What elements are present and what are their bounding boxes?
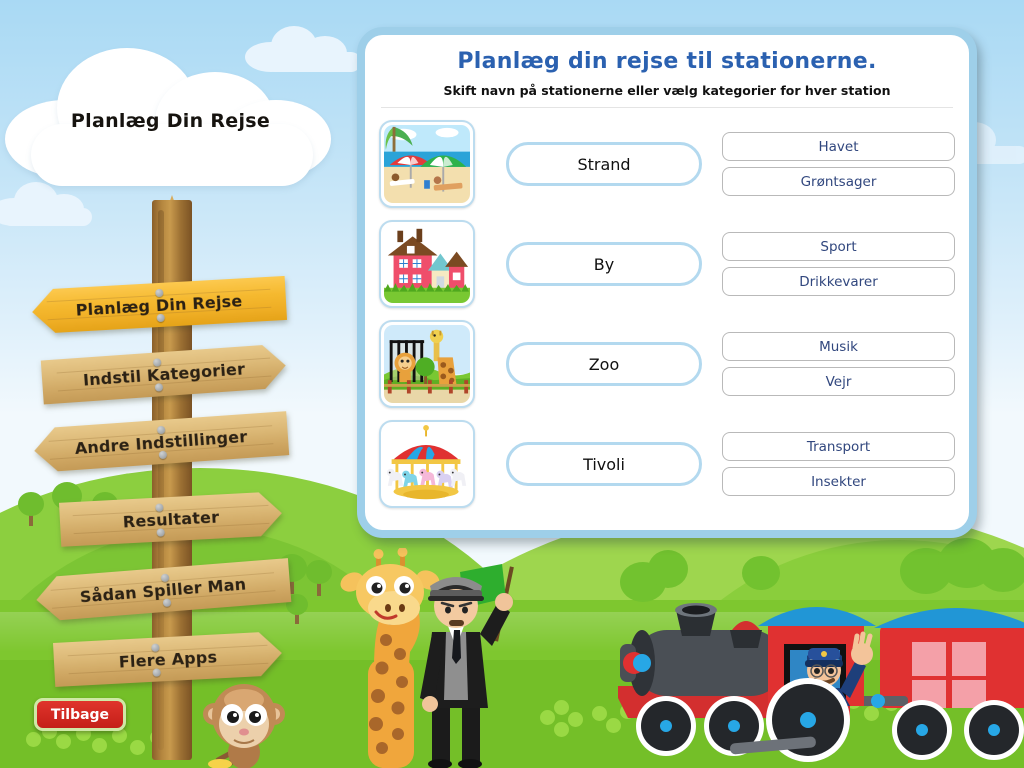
category-group: Sport Drikkevarer	[722, 232, 955, 296]
carousel-thumbnail[interactable]	[379, 420, 475, 508]
category-button[interactable]: Sport	[722, 232, 955, 261]
station-name-input[interactable]: Tivoli	[506, 442, 702, 486]
station-name-input[interactable]: By	[506, 242, 702, 286]
back-button[interactable]: Tilbage	[34, 698, 126, 731]
station-name-wrapper: Tivoli	[500, 442, 708, 486]
category-group: Musik Vejr	[722, 332, 955, 396]
city-thumbnail[interactable]	[379, 220, 475, 308]
station-list: Strand Havet Grøntsager By Sport Drikkev…	[365, 108, 969, 514]
panel-title: Planlæg din rejse til stationerne.	[457, 49, 877, 74]
category-button[interactable]: Transport	[722, 432, 955, 461]
steam-train	[612, 548, 1024, 768]
panel-subtitle: Skift navn på stationerne eller vælg kat…	[443, 83, 891, 98]
station-name-wrapper: By	[500, 242, 708, 286]
station-name-input[interactable]: Zoo	[506, 342, 702, 386]
tree	[18, 492, 44, 526]
category-button[interactable]: Musik	[722, 332, 955, 361]
zoo-thumbnail[interactable]	[379, 320, 475, 408]
category-button[interactable]: Havet	[722, 132, 955, 161]
page-title: Planlæg Din Rejse	[70, 110, 271, 132]
station-name-input[interactable]: Strand	[506, 142, 702, 186]
table-row: By Sport Drikkevarer	[379, 214, 955, 314]
tree	[306, 560, 332, 596]
station-master-character	[404, 558, 534, 768]
category-button[interactable]: Insekter	[722, 467, 955, 496]
category-group: Transport Insekter	[722, 432, 955, 496]
category-group: Havet Grøntsager	[722, 132, 955, 196]
category-button[interactable]: Grøntsager	[722, 167, 955, 196]
table-row: Strand Havet Grøntsager	[379, 114, 955, 214]
table-row: Tivoli Transport Insekter	[379, 414, 955, 514]
plan-journey-panel: Planlæg din rejse til stationerne. Skift…	[357, 27, 977, 538]
station-name-wrapper: Strand	[500, 142, 708, 186]
category-button[interactable]: Vejr	[722, 367, 955, 396]
table-row: Zoo Musik Vejr	[379, 314, 955, 414]
category-button[interactable]: Drikkevarer	[722, 267, 955, 296]
station-name-wrapper: Zoo	[500, 342, 708, 386]
monkey-character	[200, 672, 292, 768]
beach-thumbnail[interactable]	[379, 120, 475, 208]
